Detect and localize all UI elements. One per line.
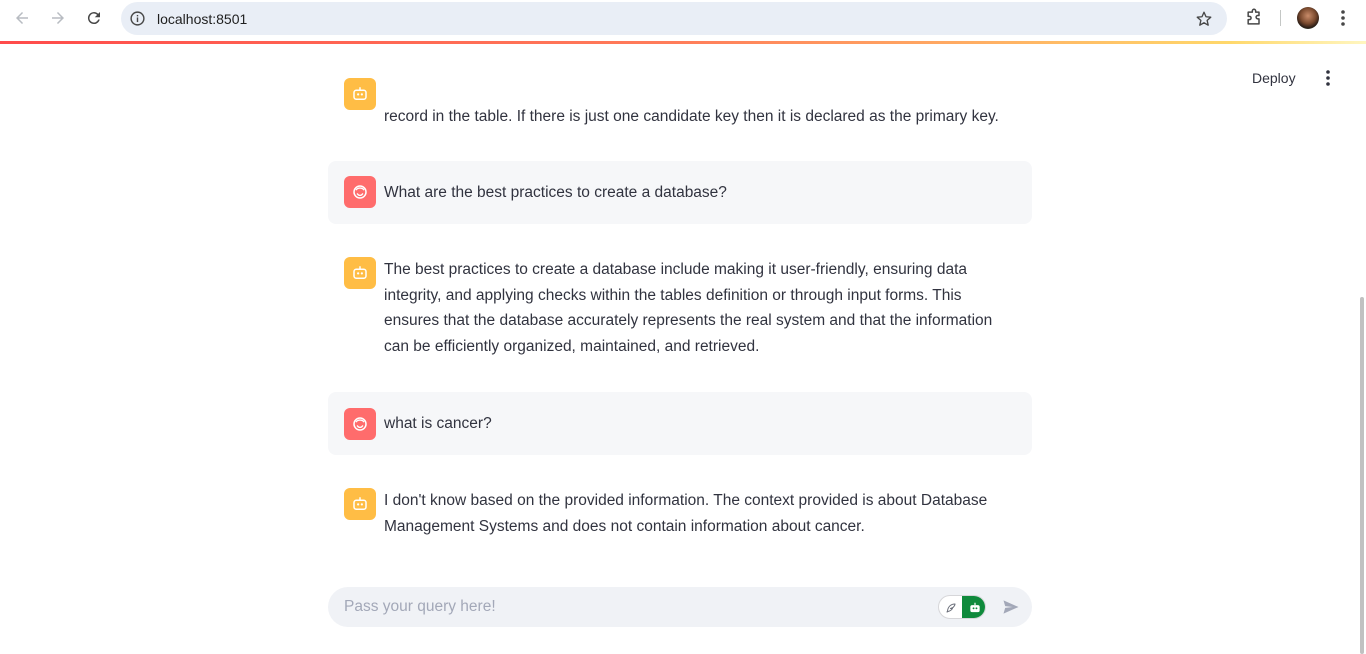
site-info-icon[interactable] xyxy=(129,10,146,27)
extensions-puzzle-icon[interactable] xyxy=(1244,8,1264,28)
arrow-left-icon xyxy=(16,12,28,24)
chat-message-assistant: record in the table. If there is just on… xyxy=(328,44,1032,144)
address-bar[interactable]: localhost:8501 xyxy=(121,2,1227,35)
reload-button[interactable] xyxy=(82,6,106,30)
chat-message-user: What are the best practices to create a … xyxy=(328,161,1032,224)
message-text: what is cancer? xyxy=(384,415,492,432)
browser-toolbar: localhost:8501 xyxy=(0,0,1366,41)
message-text: record in the table. If there is just on… xyxy=(384,108,999,125)
arrow-right-icon xyxy=(52,12,64,24)
url-text: localhost:8501 xyxy=(157,11,248,27)
chat-message-assistant: The best practices to create a database … xyxy=(328,240,1032,370)
message-text: The best practices to create a database … xyxy=(384,261,993,355)
message-text: What are the best practices to create a … xyxy=(384,184,727,201)
robot-icon xyxy=(969,602,980,613)
app-menu-icon[interactable] xyxy=(1318,68,1338,88)
bookmark-star-icon[interactable] xyxy=(1195,10,1213,28)
user-face-icon xyxy=(353,417,367,431)
chat-input-container xyxy=(328,587,1032,627)
mode-toggle[interactable] xyxy=(938,595,986,619)
robot-icon xyxy=(353,87,367,100)
chat-input[interactable] xyxy=(344,595,924,619)
send-icon[interactable] xyxy=(1001,597,1021,617)
back-button[interactable] xyxy=(10,6,34,30)
mode-toggle-right[interactable] xyxy=(962,596,985,618)
assistant-avatar xyxy=(344,78,376,110)
feather-icon xyxy=(946,603,956,613)
robot-icon xyxy=(353,497,367,510)
toolbar-divider xyxy=(1280,10,1281,26)
chat-message-user: what is cancer? xyxy=(328,392,1032,455)
user-face-icon xyxy=(353,185,367,199)
reload-icon xyxy=(87,12,100,25)
robot-icon xyxy=(353,266,367,279)
assistant-avatar xyxy=(344,257,376,289)
profile-avatar[interactable] xyxy=(1297,7,1319,29)
user-avatar xyxy=(344,176,376,208)
message-text: I don't know based on the provided infor… xyxy=(384,492,988,535)
user-avatar xyxy=(344,408,376,440)
deploy-button[interactable]: Deploy xyxy=(1252,70,1296,86)
chat-message-assistant: I don't know based on the provided infor… xyxy=(328,471,1032,551)
mode-toggle-left[interactable] xyxy=(939,596,963,618)
assistant-avatar xyxy=(344,488,376,520)
browser-menu-icon[interactable] xyxy=(1336,8,1350,28)
scrollbar-thumb[interactable] xyxy=(1360,297,1364,654)
forward-button[interactable] xyxy=(46,6,70,30)
